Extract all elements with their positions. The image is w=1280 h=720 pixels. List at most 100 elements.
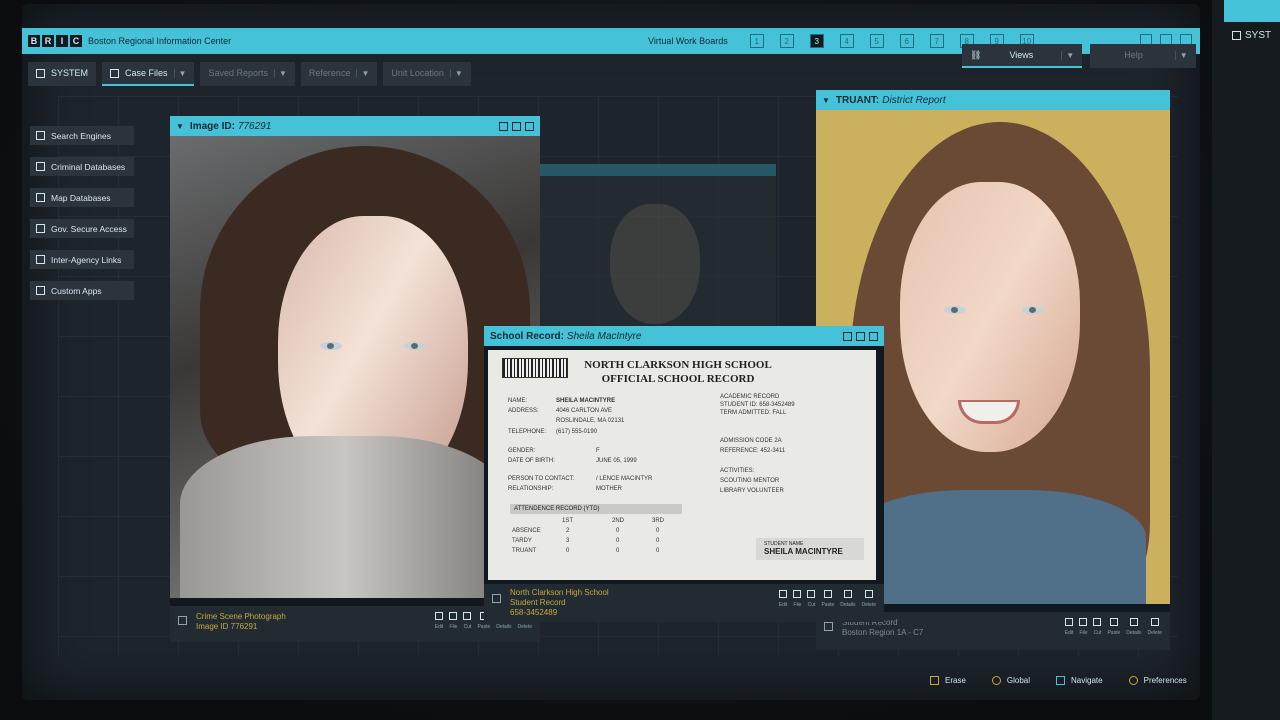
gear-icon bbox=[1128, 676, 1138, 685]
global-label: Global bbox=[1006, 676, 1031, 685]
details-tool-button[interactable]: Details bbox=[1126, 618, 1142, 638]
telephone-label: TELEPHONE: bbox=[508, 429, 547, 435]
chevron-down-icon[interactable]: ▼ bbox=[1174, 50, 1188, 60]
school-record-window[interactable]: School Record: Sheila MacIntyre NORTH CL… bbox=[484, 326, 884, 622]
sidebar-item-criminal-databases[interactable]: Criminal Databases bbox=[30, 157, 134, 176]
work-board-1[interactable]: 1 bbox=[749, 34, 764, 48]
virtual-boards-label: Virtual Work Boards bbox=[648, 36, 728, 46]
close-icon[interactable] bbox=[525, 121, 534, 131]
work-board-7[interactable]: 7 bbox=[929, 34, 944, 48]
bric-logo: B R I C bbox=[28, 35, 82, 47]
gender-label: GENDER: bbox=[508, 448, 536, 454]
reference-menu[interactable]: Reference ▼ bbox=[300, 62, 378, 86]
minimize-icon[interactable] bbox=[499, 121, 508, 131]
attendance-row-label: ABSENCE bbox=[512, 528, 541, 534]
dob-label: DATE OF BIRTH: bbox=[508, 458, 555, 464]
sidebar-item-map-databases[interactable]: Map Databases bbox=[30, 188, 134, 207]
truant-window-titlebar[interactable]: ▼ TRUANT: District Report bbox=[816, 90, 1170, 110]
cut-tool-button[interactable]: Cut bbox=[1093, 618, 1102, 638]
monitor-icon bbox=[1232, 31, 1241, 40]
image-window-titlebar[interactable]: ▼ Image ID: 776291 bbox=[170, 116, 540, 136]
background-window bbox=[540, 164, 776, 334]
navigate-icon bbox=[1056, 676, 1066, 685]
delete-tool-button[interactable]: Delete bbox=[1148, 618, 1162, 638]
database-grid-icon bbox=[36, 162, 45, 171]
restore-icon[interactable] bbox=[512, 121, 521, 131]
edit-tool-button[interactable]: Edit bbox=[435, 612, 443, 632]
navigate-label: Navigate bbox=[1071, 676, 1103, 685]
logo-letter: B bbox=[28, 35, 40, 47]
cut-tool-button[interactable]: Cut bbox=[807, 590, 816, 610]
logo-letter: I bbox=[56, 35, 68, 47]
global-button[interactable]: Global bbox=[991, 676, 1031, 685]
delete-tool-button[interactable]: Delete bbox=[862, 590, 876, 610]
system-button[interactable]: SYSTEM bbox=[28, 62, 97, 86]
school-record-titlebar[interactable]: School Record: Sheila MacIntyre bbox=[484, 326, 884, 346]
sidebar-item-label: Gov. Secure Access bbox=[51, 223, 127, 234]
tool-label: Details bbox=[1126, 630, 1142, 636]
map-icon bbox=[36, 193, 45, 202]
chevron-down-icon[interactable]: ▼ bbox=[449, 68, 463, 78]
file-tool-button[interactable]: File bbox=[793, 590, 801, 610]
edit-tool-button[interactable]: Edit bbox=[1065, 618, 1074, 638]
work-board-2[interactable]: 2 bbox=[779, 34, 794, 48]
app-square-icon bbox=[36, 286, 45, 295]
relationship-label: RELATIONSHIP: bbox=[508, 486, 554, 492]
paste-tool-button[interactable]: Paste bbox=[1107, 618, 1120, 638]
system-label: SYSTEM bbox=[51, 68, 89, 78]
attendance-cell: 0 bbox=[656, 548, 660, 554]
chevron-down-icon[interactable]: ▼ bbox=[274, 68, 287, 78]
globe-icon bbox=[991, 676, 1001, 685]
paste-icon bbox=[1109, 618, 1118, 626]
chevron-down-icon[interactable]: ▼ bbox=[173, 68, 186, 78]
truant-window-title: TRUANT: bbox=[835, 94, 880, 106]
saved-reports-label: Saved Reports bbox=[208, 68, 268, 78]
image-window-title: Image ID: bbox=[189, 120, 235, 132]
navigate-button[interactable]: Navigate bbox=[1056, 676, 1103, 685]
erase-button[interactable]: Erase bbox=[930, 676, 966, 685]
logo-letter: C bbox=[70, 35, 82, 47]
gender: F bbox=[596, 448, 600, 454]
record-window-footer: North Clarkson High School Student Recor… bbox=[484, 584, 884, 622]
tool-label: File bbox=[793, 602, 802, 608]
saved-reports-menu[interactable]: Saved Reports ▼ bbox=[200, 62, 295, 86]
tool-label: Details bbox=[496, 624, 512, 630]
work-board-4[interactable]: 4 bbox=[839, 34, 854, 48]
tool-label: Cut bbox=[1093, 630, 1102, 636]
work-board-3[interactable]: 3 bbox=[809, 34, 824, 48]
cut-icon bbox=[1093, 618, 1102, 626]
paste-tool-button[interactable]: Paste bbox=[821, 590, 834, 610]
file-tool-button[interactable]: File bbox=[449, 612, 457, 632]
cut-tool-button[interactable]: Cut bbox=[463, 612, 472, 632]
restore-icon[interactable] bbox=[856, 331, 865, 341]
attendance-row-label: TRUANT bbox=[512, 548, 537, 554]
work-board-6[interactable]: 6 bbox=[899, 34, 914, 48]
details-tool-button[interactable]: Details bbox=[840, 590, 856, 610]
case-files-menu[interactable]: Case Files ▼ bbox=[102, 62, 195, 86]
file-tool-button[interactable]: File bbox=[1079, 618, 1087, 638]
unit-location-menu[interactable]: Unit Location ▼ bbox=[383, 62, 471, 86]
edit-icon bbox=[1065, 618, 1074, 626]
sidebar-item-search-engines[interactable]: Search Engines bbox=[30, 126, 134, 145]
sidebar-item-inter-agency-links[interactable]: Inter-Agency Links bbox=[30, 250, 134, 269]
side-system-button[interactable]: SYST bbox=[1232, 30, 1271, 41]
collapse-icon[interactable]: ▼ bbox=[176, 122, 184, 131]
views-menu[interactable]: ⛓ Views ▼ bbox=[962, 44, 1083, 68]
sidebar-item-custom-apps[interactable]: Custom Apps bbox=[30, 281, 134, 300]
help-menu[interactable]: Help ▼ bbox=[1090, 44, 1196, 68]
logo-letter: R bbox=[42, 35, 54, 47]
preferences-button[interactable]: Preferences bbox=[1128, 676, 1187, 685]
contact-label: PERSON TO CONTACT: bbox=[508, 476, 575, 482]
close-icon[interactable] bbox=[869, 331, 878, 341]
edit-tool-button[interactable]: Edit bbox=[779, 590, 787, 610]
work-board-5[interactable]: 5 bbox=[869, 34, 884, 48]
views-toolbar: ⛓ Views ▼ Help ▼ bbox=[962, 44, 1196, 70]
chevron-down-icon[interactable]: ▼ bbox=[356, 68, 369, 78]
chevron-down-icon[interactable]: ▼ bbox=[1061, 50, 1074, 60]
record-window-student: Sheila MacIntyre bbox=[566, 330, 642, 342]
minimize-icon[interactable] bbox=[843, 331, 852, 341]
collapse-icon[interactable]: ▼ bbox=[822, 96, 830, 105]
attendance-column-header: 2ND bbox=[612, 518, 625, 524]
sidebar-item-gov-secure-access[interactable]: Gov. Secure Access bbox=[30, 219, 134, 238]
views-label: Views bbox=[1009, 50, 1034, 60]
